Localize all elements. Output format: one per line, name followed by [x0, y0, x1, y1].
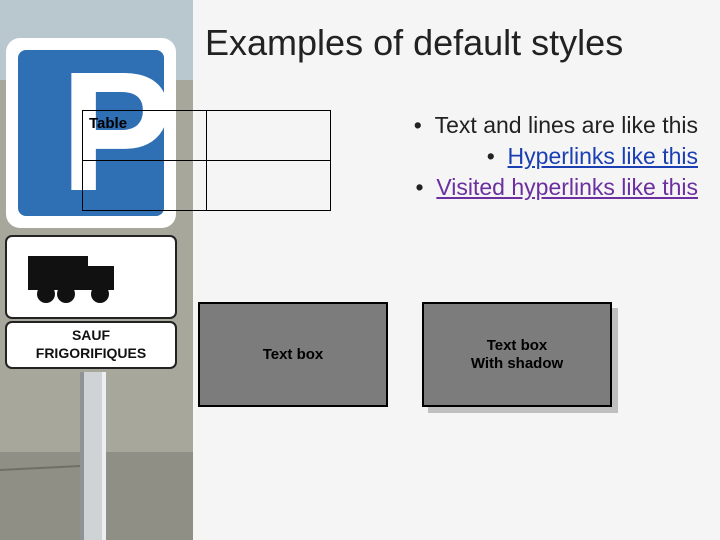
text-box-shadow: Text box With shadow [422, 302, 612, 407]
table-row [83, 161, 331, 211]
hyperlink-example[interactable]: Hyperlinks like this [508, 143, 698, 169]
text-box-label: Text box With shadow [471, 337, 563, 373]
table-cell [207, 161, 331, 211]
slide-background-image: P SAUF FRIGORIFIQUES [0, 0, 193, 540]
table-cell [83, 161, 207, 211]
bullet-visited-hyperlink: • Visited hyperlinks like this [414, 172, 698, 203]
table-row: Table [83, 111, 331, 161]
example-table: Table [82, 110, 331, 211]
svg-text:SAUF: SAUF [72, 327, 111, 343]
svg-text:FRIGORIFIQUES: FRIGORIFIQUES [36, 345, 146, 361]
visited-hyperlink-example[interactable]: Visited hyperlinks like this [436, 174, 698, 200]
bullet-list: • Text and lines are like this • Hyperli… [414, 110, 698, 203]
bullet-text: • Text and lines are like this [414, 110, 698, 141]
text-box-plain: Text box [198, 302, 388, 407]
bullet-hyperlink: • Hyperlinks like this [414, 141, 698, 172]
table-cell [207, 111, 331, 161]
table-cell-header: Table [83, 111, 207, 161]
slide-title: Examples of default styles [205, 22, 623, 64]
text-box-label: Text box [263, 346, 324, 364]
